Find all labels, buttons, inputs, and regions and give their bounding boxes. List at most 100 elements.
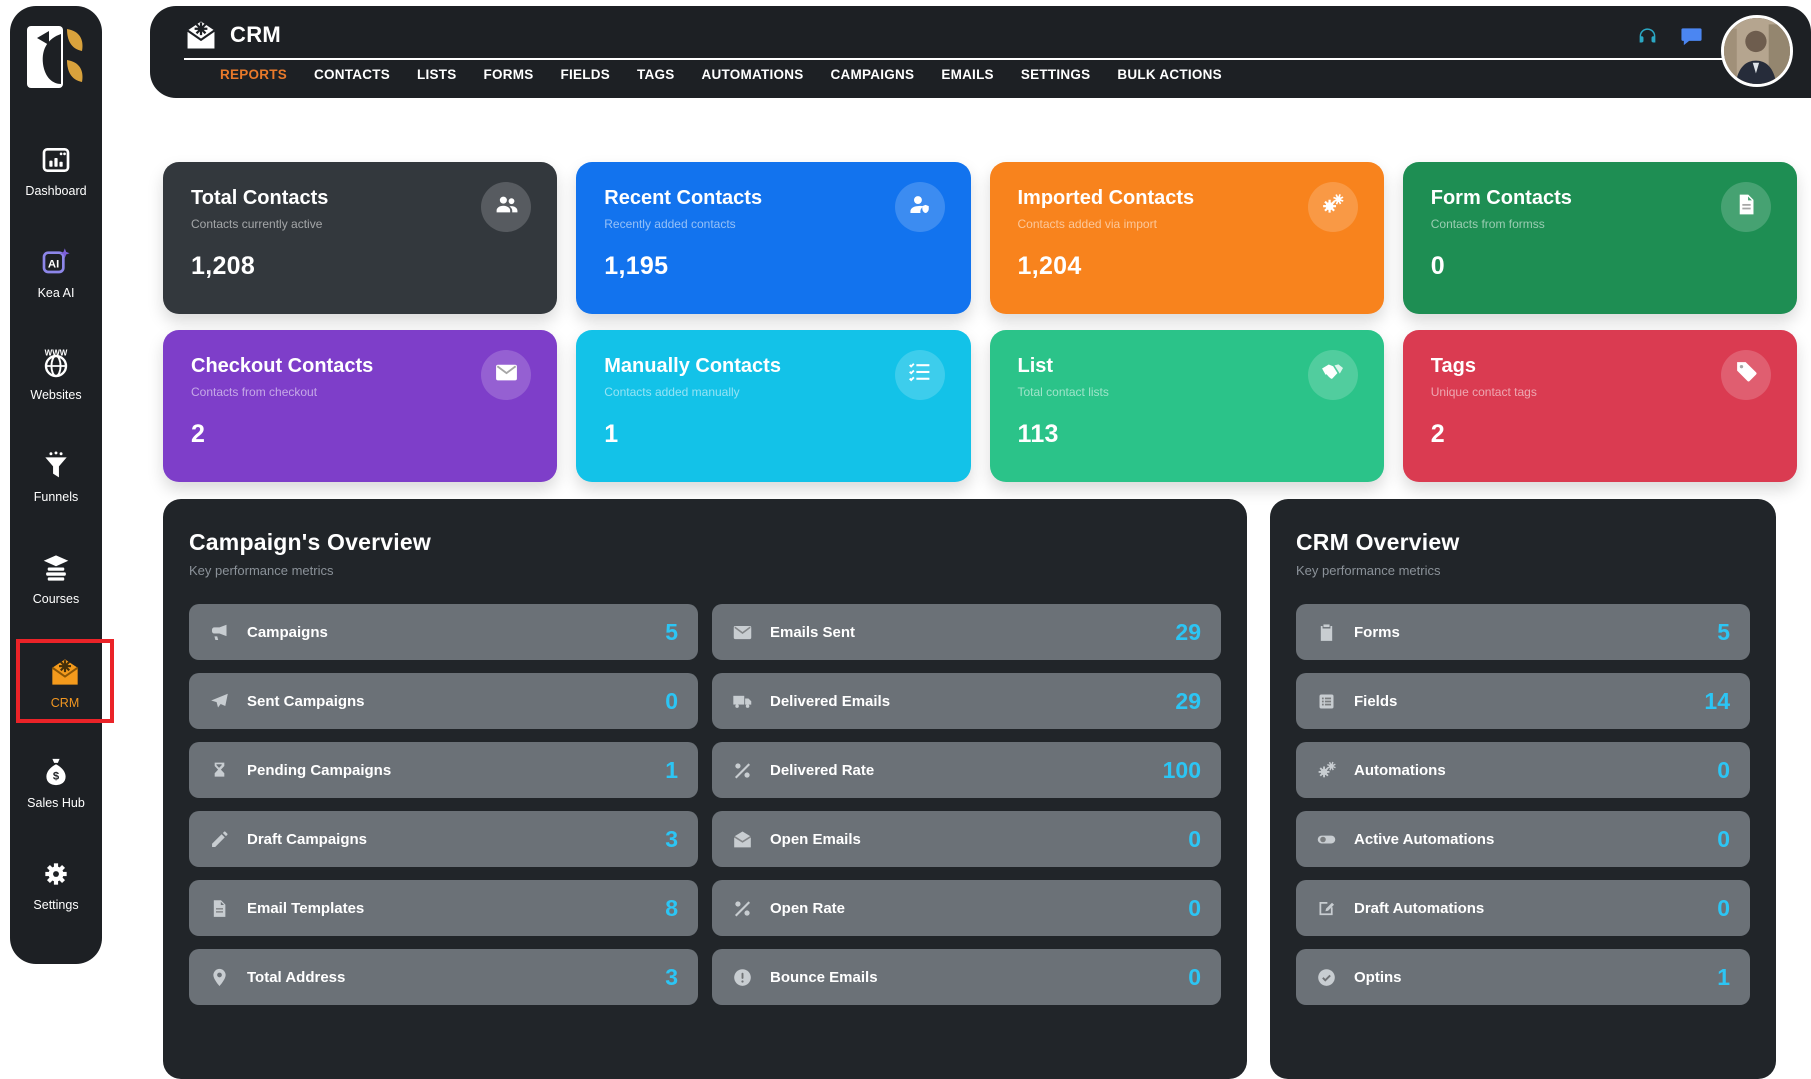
metric-sent-campaigns: Sent Campaigns0: [189, 673, 698, 729]
sidebar-item-crm[interactable]: CRM: [16, 639, 114, 723]
sidebar-item-funnels[interactable]: Funnels: [34, 450, 78, 504]
stat-card-icon-badge: [1721, 350, 1771, 400]
stat-card-tags: TagsUnique contact tags2: [1403, 330, 1797, 482]
metric-label: Pending Campaigns: [247, 762, 648, 779]
kea-ai-icon: AI: [40, 246, 72, 278]
gears-icon: [1320, 192, 1345, 222]
stat-card-title: Form Contacts: [1431, 187, 1769, 210]
sidebar-item-websites[interactable]: WWWWebsites: [30, 348, 81, 402]
metric-label: Delivered Rate: [770, 762, 1146, 779]
crm-metrics: Forms 5 Fields 14 Automations 0Active Automat…: [1296, 604, 1750, 1005]
svg-text:AI: AI: [48, 258, 59, 270]
metric-value: 29: [1175, 688, 1201, 715]
sidebar-item-label: CRM: [51, 696, 79, 710]
panel-subtitle: Key performance metrics: [189, 563, 1221, 578]
user-badge-icon: [907, 192, 932, 222]
panel-title: Campaign's Overview: [189, 529, 1221, 556]
metric-label: Automations: [1354, 762, 1700, 779]
tab-contacts[interactable]: CONTACTS: [314, 67, 390, 82]
panel-subtitle: Key performance metrics: [1296, 563, 1750, 578]
sidebar: Dashboard AIKea AI WWWWebsites Funnels Cours…: [10, 6, 102, 964]
stat-card-title: Imported Contacts: [1018, 187, 1356, 210]
stat-card-title: List: [1018, 355, 1356, 378]
headphones-icon[interactable]: [1636, 25, 1659, 48]
tab-campaigns[interactable]: CAMPAIGNS: [831, 67, 915, 82]
sidebar-item-kea-ai[interactable]: AIKea AI: [38, 246, 75, 300]
tab-lists[interactable]: LISTS: [417, 67, 457, 82]
stat-card-value: 2: [1431, 420, 1769, 449]
metric-value: 1: [665, 757, 678, 784]
envelope-icon: [732, 622, 753, 643]
stat-card-recent-contacts: Recent ContactsRecently added contacts1,…: [576, 162, 970, 314]
metric-fields: Fields 14: [1296, 673, 1750, 729]
metric-value: 0: [1188, 895, 1201, 922]
sidebar-item-dashboard[interactable]: Dashboard: [25, 144, 86, 198]
tab-emails[interactable]: EMAILS: [941, 67, 994, 82]
topbar-tabs: REPORTS CONTACTS LISTS FORMS FIELDS TAGS AUTOM…: [220, 67, 1222, 82]
tab-automations[interactable]: AUTOMATIONS: [702, 67, 804, 82]
stat-card-value: 113: [1018, 420, 1356, 449]
metric-label: Draft Automations: [1354, 900, 1700, 917]
tab-tags[interactable]: TAGS: [637, 67, 675, 82]
tab-forms[interactable]: FORMS: [484, 67, 534, 82]
metric-email-templates: Email Templates8: [189, 880, 698, 936]
metric-optins: Optins 1: [1296, 949, 1750, 1005]
stat-card-icon-badge: [1721, 182, 1771, 232]
list-icon: [1316, 691, 1337, 712]
crm-overview-panel: CRM Overview Key performance metrics For…: [1270, 499, 1776, 1079]
metric-label: Draft Campaigns: [247, 831, 648, 848]
metric-label: Forms: [1354, 624, 1700, 641]
stat-card-imported-contacts: Imported ContactsContacts added via impo…: [990, 162, 1384, 314]
stat-card-title: Tags: [1431, 355, 1769, 378]
stat-card-icon-badge: [1308, 182, 1358, 232]
stat-card-total-contacts: Total ContactsContacts currently active1…: [163, 162, 557, 314]
stat-card-icon-badge: [1308, 350, 1358, 400]
metric-label: Fields: [1354, 693, 1687, 710]
stat-cards-grid: Total ContactsContacts currently active1…: [163, 162, 1797, 482]
topbar: CRM REPORTS CONTACTS LISTS FORMS FIELDS TAGS A…: [150, 6, 1811, 98]
metric-open-rate: Open Rate 0: [712, 880, 1221, 936]
metric-value: 1: [1717, 964, 1730, 991]
sidebar-item-label: Websites: [30, 388, 81, 402]
envelope-icon: [494, 360, 519, 390]
metric-value: 5: [1717, 619, 1730, 646]
toggle-icon: [1316, 829, 1337, 850]
stat-card-subtitle: Contacts currently active: [191, 217, 529, 231]
metric-value: 0: [665, 688, 678, 715]
alert-circle-icon: [732, 967, 753, 988]
metric-draft-automations: Draft Automations0: [1296, 880, 1750, 936]
metric-active-automations: Active Automations0: [1296, 811, 1750, 867]
handshake-icon: [1320, 360, 1345, 390]
sidebar-item-courses[interactable]: Courses: [33, 552, 80, 606]
metric-label: Optins: [1354, 969, 1700, 986]
clipboard-icon: [1316, 622, 1337, 643]
paper-plane-icon: [209, 691, 230, 712]
chat-icon[interactable]: [1680, 25, 1703, 48]
metric-label: Open Rate: [770, 900, 1171, 917]
metric-value: 29: [1175, 619, 1201, 646]
page-title: CRM: [230, 22, 281, 48]
gears-icon: [1316, 760, 1337, 781]
crm-icon: [49, 656, 81, 688]
stat-card-manually-contacts: Manually ContactsContacts added manually…: [576, 330, 970, 482]
stat-card-value: 2: [191, 420, 529, 449]
stat-card-subtitle: Recently added contacts: [604, 217, 942, 231]
sidebar-item-label: Settings: [33, 898, 78, 912]
tab-bulk-actions[interactable]: BULK ACTIONS: [1117, 67, 1222, 82]
sidebar-item-sales-hub[interactable]: $Sales Hub: [27, 756, 85, 810]
crm-app-icon: [184, 18, 218, 52]
tab-reports[interactable]: REPORTS: [220, 67, 287, 82]
panel-title: CRM Overview: [1296, 529, 1750, 556]
metric-value: 0: [1717, 826, 1730, 853]
campaign-overview-panel: Campaign's Overview Key performance metr…: [163, 499, 1247, 1079]
metric-label: Campaigns: [247, 624, 648, 641]
tab-settings[interactable]: SETTINGS: [1021, 67, 1091, 82]
avatar[interactable]: [1721, 15, 1793, 87]
metric-value: 14: [1704, 688, 1730, 715]
sidebar-item-settings[interactable]: Settings: [33, 858, 78, 912]
tab-fields[interactable]: FIELDS: [561, 67, 611, 82]
percent-icon: [732, 760, 753, 781]
metric-emails-sent: Emails Sent29: [712, 604, 1221, 660]
hourglass-icon: [209, 760, 230, 781]
map-pin-icon: [209, 967, 230, 988]
